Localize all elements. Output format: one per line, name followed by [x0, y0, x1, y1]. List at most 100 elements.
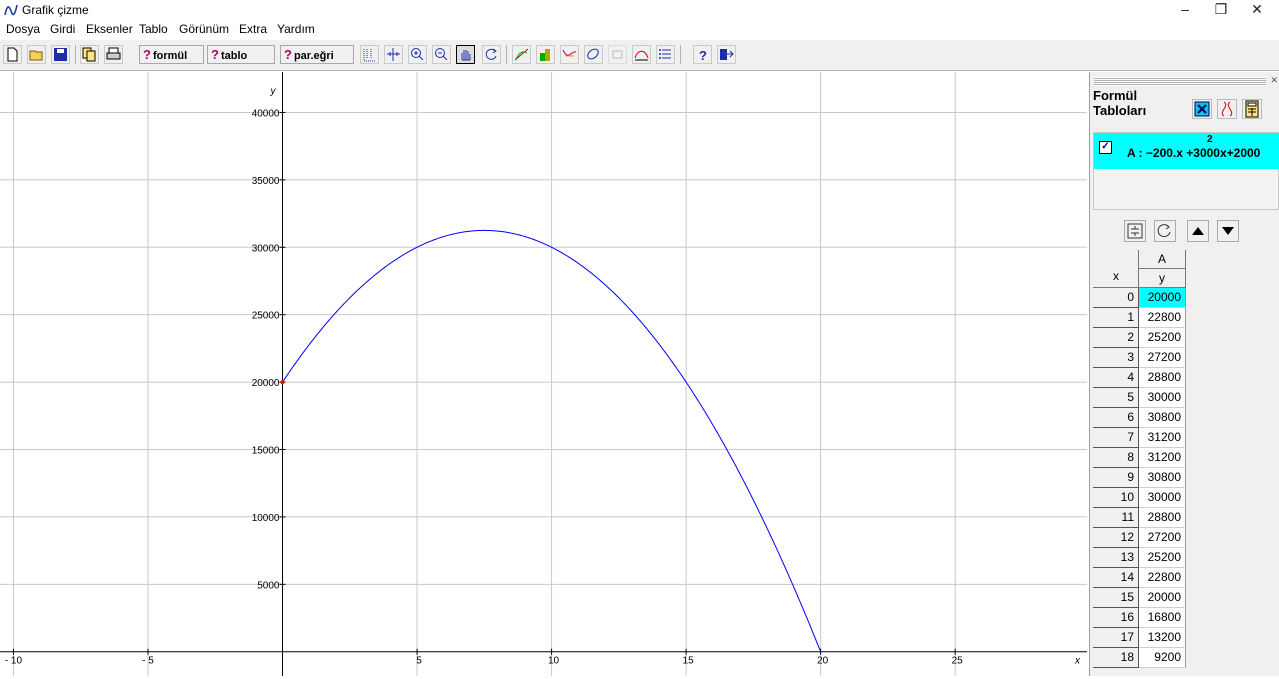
window-title: Grafik çizme	[22, 3, 89, 17]
graph-plot[interactable]: - 10 - 5 5 10 15 20 25 5000 10000 15000 20000 25000…	[0, 72, 1087, 676]
area-button[interactable]	[536, 45, 555, 64]
grid-icon	[363, 49, 376, 62]
close-button[interactable]: ✕	[1239, 0, 1275, 20]
table-cell-y[interactable]: 31200	[1139, 448, 1186, 468]
list-button[interactable]	[656, 45, 675, 64]
table-cell-x[interactable]: 1	[1093, 308, 1139, 328]
table-cell-x[interactable]: 0	[1093, 288, 1139, 308]
menu-dosya[interactable]: Dosya	[6, 22, 40, 36]
table-cell-x[interactable]: 15	[1093, 588, 1139, 608]
graph-canvas[interactable]: - 10 - 5 5 10 15 20 25 5000 10000 15000 20000 25000…	[0, 72, 1087, 676]
formula-style-button[interactable]	[1217, 99, 1237, 119]
table-cell-x[interactable]: 12	[1093, 528, 1139, 548]
table-cell-x[interactable]: 4	[1093, 368, 1139, 388]
panel-close-icon[interactable]: ✕	[1270, 75, 1278, 86]
intersection-button[interactable]	[632, 45, 651, 64]
panel-grip[interactable]	[1094, 77, 1266, 86]
formul-button[interactable]: ? formül	[139, 45, 204, 64]
formula-tables-panel: ✕ Formül Tabloları ✓ A : −200.x +3000x+2…	[1089, 72, 1279, 676]
table-cell-x[interactable]: 18	[1093, 648, 1139, 668]
open-file-button[interactable]	[27, 45, 46, 64]
table-cell-x[interactable]: 2	[1093, 328, 1139, 348]
tangent-icon	[514, 48, 529, 61]
x-tick-label: 20	[817, 656, 829, 667]
table-cell-x[interactable]: 13	[1093, 548, 1139, 568]
zoom-in-button[interactable]	[408, 45, 427, 64]
table-cell-x[interactable]: 7	[1093, 428, 1139, 448]
formula-checkbox[interactable]: ✓	[1099, 141, 1112, 154]
table-cell-y[interactable]: 28800	[1139, 508, 1186, 528]
copy-button[interactable]	[80, 45, 99, 64]
par-egri-button[interactable]: ? par.eğri	[280, 45, 354, 64]
table-cell-x[interactable]: 3	[1093, 348, 1139, 368]
copy-icon	[82, 47, 96, 62]
align-icon	[1127, 223, 1143, 239]
table-cell-y[interactable]: 31200	[1139, 428, 1186, 448]
table-cell-x[interactable]: 5	[1093, 388, 1139, 408]
table-refresh-button[interactable]	[1154, 220, 1176, 242]
minimize-button[interactable]: –	[1167, 0, 1203, 20]
move-up-button[interactable]	[1187, 220, 1209, 242]
table-cell-y[interactable]: 27200	[1139, 348, 1186, 368]
table-settings-button[interactable]	[1124, 220, 1146, 242]
menu-girdi[interactable]: Girdi	[50, 22, 75, 36]
table-cell-y[interactable]: 16800	[1139, 608, 1186, 628]
table-cell-y[interactable]: 30800	[1139, 408, 1186, 428]
table-cell-y[interactable]: 27200	[1139, 528, 1186, 548]
disabled-tool-button[interactable]	[608, 45, 627, 64]
table-cell-y[interactable]: 22800	[1139, 308, 1186, 328]
calculator-button[interactable]	[1242, 99, 1262, 119]
y-tick-label: 25000	[252, 311, 280, 322]
menu-tablo[interactable]: Tablo	[139, 22, 168, 36]
formula-row-a[interactable]: ✓ A : −200.x +3000x+2000 2	[1094, 133, 1279, 169]
table-cell-y[interactable]: 25200	[1139, 328, 1186, 348]
y-tick-label: 30000	[252, 243, 280, 254]
table-cell-y[interactable]: 30800	[1139, 468, 1186, 488]
menu-extra[interactable]: Extra	[239, 22, 267, 36]
reset-view-button[interactable]	[482, 45, 501, 64]
menu-eksenler[interactable]: Eksenler	[86, 22, 133, 36]
link-button[interactable]	[584, 45, 603, 64]
menu-bar: Dosya Girdi Eksenler Tablo Görünüm Extra…	[0, 20, 1279, 39]
help-button[interactable]: ?	[693, 45, 712, 64]
table-cell-x[interactable]: 17	[1093, 628, 1139, 648]
table-cell-y[interactable]: 30000	[1139, 488, 1186, 508]
table-cell-y[interactable]: 28800	[1139, 368, 1186, 388]
axes-button[interactable]	[384, 45, 403, 64]
table-cell-x[interactable]: 16	[1093, 608, 1139, 628]
axes	[0, 72, 1087, 676]
move-down-button[interactable]	[1217, 220, 1239, 242]
table-cell-y[interactable]: 25200	[1139, 548, 1186, 568]
print-button[interactable]	[104, 45, 123, 64]
curve-area-button[interactable]	[560, 45, 579, 64]
table-cell-x[interactable]: 6	[1093, 408, 1139, 428]
table-cell-y[interactable]: 9200	[1139, 648, 1186, 668]
table-cell-x[interactable]: 8	[1093, 448, 1139, 468]
new-file-button[interactable]	[3, 45, 22, 64]
pan-hand-button[interactable]	[456, 45, 475, 64]
menu-gorunum[interactable]: Görünüm	[179, 22, 229, 36]
exit-button[interactable]	[717, 45, 736, 64]
table-cell-y[interactable]: 13200	[1139, 628, 1186, 648]
table-cell-x[interactable]: 14	[1093, 568, 1139, 588]
table-cell-x[interactable]: 9	[1093, 468, 1139, 488]
delete-formula-button[interactable]	[1192, 99, 1212, 119]
table-cell-x[interactable]: 11	[1093, 508, 1139, 528]
restore-button[interactable]: ❐	[1203, 0, 1239, 20]
save-button[interactable]	[51, 45, 70, 64]
y-tick-label: 15000	[252, 446, 280, 457]
table-cell-y[interactable]: 30000	[1139, 388, 1186, 408]
menu-yardim[interactable]: Yardım	[277, 22, 315, 36]
marked-point	[280, 380, 285, 385]
table-cell-y[interactable]: 22800	[1139, 568, 1186, 588]
calculator-icon	[1245, 100, 1259, 118]
tangent-button[interactable]	[512, 45, 531, 64]
table-cell-x[interactable]: 10	[1093, 488, 1139, 508]
tablo-button[interactable]: ? tablo	[207, 45, 275, 64]
zoom-out-button[interactable]	[432, 45, 451, 64]
grid-toggle-button[interactable]	[360, 45, 379, 64]
table-cell-y[interactable]: 20000	[1139, 588, 1186, 608]
x-tick-label: 5	[416, 656, 422, 667]
refresh-icon	[485, 48, 497, 60]
table-cell-y[interactable]: 20000	[1139, 288, 1186, 308]
